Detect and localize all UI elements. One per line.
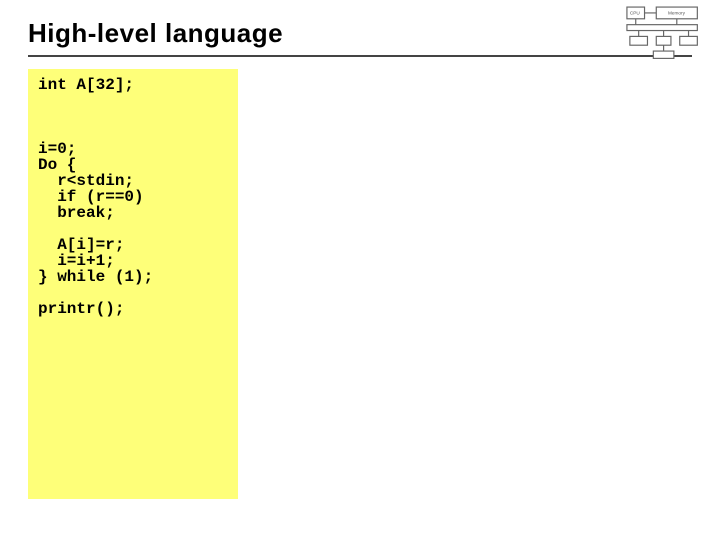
diagram-label-memory: Memory — [668, 10, 686, 15]
title-rule — [28, 55, 692, 57]
slide-title: High-level language — [28, 18, 692, 53]
slide: High-level language int A[32]; i=0; Do {… — [0, 0, 720, 499]
computer-diagram-icon: CPU Memory — [624, 4, 712, 60]
code-block: int A[32]; i=0; Do { r<stdin; if (r==0) … — [28, 69, 238, 499]
diagram-label-cpu: CPU — [630, 10, 641, 15]
